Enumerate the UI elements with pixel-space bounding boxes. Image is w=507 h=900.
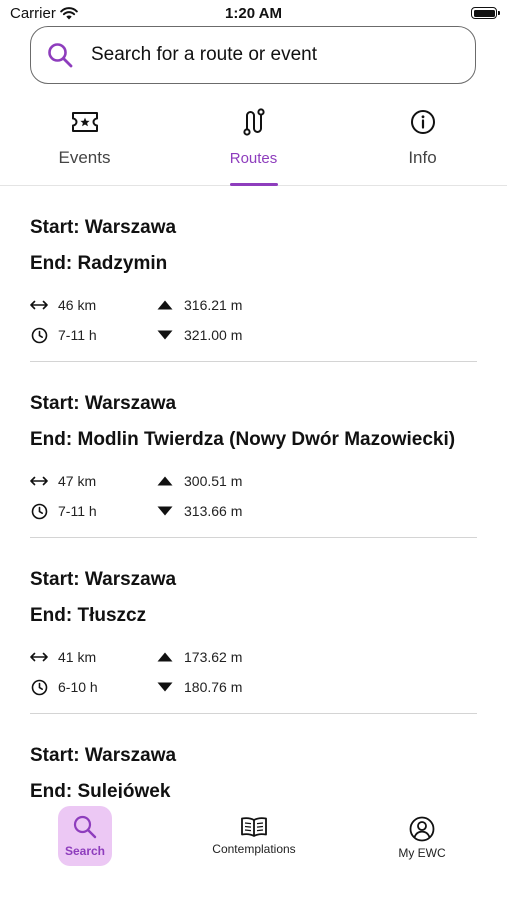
route-ascent: 173.62 m — [156, 648, 242, 666]
info-icon — [409, 108, 437, 136]
status-time: 1:20 AM — [225, 5, 282, 22]
route-duration: 6-10 h — [30, 678, 98, 696]
route-duration: 7-11 h — [30, 326, 97, 344]
tab-info-label: Info — [408, 148, 437, 167]
route-icon — [240, 108, 268, 136]
route-end: End: Modlin Twierdza (Nowy Dwór Mazowiec… — [30, 429, 456, 450]
route-distance-value: 46 km — [58, 297, 97, 313]
route-ascent: 300.51 m — [156, 472, 242, 490]
route-duration-value: 7-11 h — [58, 503, 97, 519]
route-card[interactable]: Start: Warszawa End: Modlin Twierdza (No… — [30, 362, 477, 538]
tab-info[interactable]: Info — [338, 100, 507, 185]
triangle-down-icon — [156, 502, 174, 520]
route-card[interactable]: Start: Warszawa End: Sulejówek — [30, 714, 477, 798]
search-input[interactable] — [91, 44, 431, 66]
triangle-up-icon — [156, 648, 174, 666]
route-distance: 46 km — [30, 296, 96, 314]
distance-arrows-icon — [30, 472, 48, 490]
triangle-down-icon — [156, 326, 174, 344]
triangle-up-icon — [156, 296, 174, 314]
route-end: End: Radzymin — [30, 253, 168, 274]
route-start: Start: Warszawa — [30, 745, 177, 766]
route-descent-value: 180.76 m — [184, 679, 243, 695]
search-icon — [45, 40, 75, 70]
user-circle-icon — [409, 816, 435, 842]
nav-search[interactable]: Search — [58, 806, 112, 866]
route-ascent-value: 300.51 m — [184, 473, 243, 489]
route-distance: 47 km — [30, 472, 96, 490]
route-card[interactable]: Start: Warszawa End: Tłuszcz 41 km 6-10 … — [30, 538, 477, 714]
route-descent-value: 313.66 m — [184, 503, 243, 519]
nav-contemplations-label: Contemplations — [212, 842, 296, 856]
route-card[interactable]: Start: Warszawa End: Radzymin 46 km 7-11… — [30, 186, 477, 362]
search-icon — [73, 815, 97, 839]
triangle-down-icon — [156, 678, 174, 696]
clock-icon — [30, 326, 48, 344]
route-start: Start: Warszawa — [30, 393, 177, 414]
tab-routes[interactable]: Routes — [169, 100, 338, 185]
clock-icon — [30, 678, 48, 696]
route-ascent: 316.21 m — [156, 296, 242, 314]
battery-icon — [471, 7, 500, 19]
open-book-icon — [241, 817, 267, 837]
route-descent: 180.76 m — [156, 678, 242, 696]
ticket-icon — [71, 108, 99, 136]
nav-my-ewc[interactable]: My EWC — [382, 816, 462, 860]
screen: Carrier 1:20 AM Search for a route or ev… — [0, 0, 507, 900]
route-duration: 7-11 h — [30, 502, 97, 520]
route-ascent-value: 316.21 m — [184, 297, 243, 313]
route-start: Start: Warszawa — [30, 569, 177, 590]
route-descent: 313.66 m — [156, 502, 242, 520]
nav-search-label: Search — [64, 844, 106, 858]
route-descent: 321.00 m — [156, 326, 242, 344]
bottom-tab-bar: Search Contemplations My EWC — [0, 798, 507, 900]
route-distance-value: 47 km — [58, 473, 97, 489]
route-duration-value: 6-10 h — [58, 679, 98, 695]
route-end: End: Sulejówek — [30, 781, 171, 798]
segment-tabs: Events Routes Info — [0, 100, 507, 186]
clock-icon — [30, 502, 48, 520]
distance-arrows-icon — [30, 648, 48, 666]
nav-contemplations[interactable]: Contemplations — [196, 816, 312, 856]
route-list[interactable]: Start: Warszawa End: Radzymin 46 km 7-11… — [0, 186, 507, 798]
route-end: End: Tłuszcz — [30, 605, 147, 626]
route-descent-value: 321.00 m — [184, 327, 243, 343]
route-duration-value: 7-11 h — [58, 327, 97, 343]
route-distance-value: 41 km — [58, 649, 97, 665]
route-ascent-value: 173.62 m — [184, 649, 243, 665]
route-start: Start: Warszawa — [30, 217, 177, 238]
tab-routes-label: Routes — [229, 150, 278, 167]
route-distance: 41 km — [30, 648, 96, 666]
tab-events-label: Events — [58, 148, 111, 167]
triangle-up-icon — [156, 472, 174, 490]
status-bar: Carrier 1:20 AM — [0, 0, 507, 28]
nav-my-ewc-label: My EWC — [398, 846, 446, 860]
tab-events[interactable]: Events — [0, 100, 169, 185]
search-bar[interactable] — [30, 26, 476, 84]
distance-arrows-icon — [30, 296, 48, 314]
